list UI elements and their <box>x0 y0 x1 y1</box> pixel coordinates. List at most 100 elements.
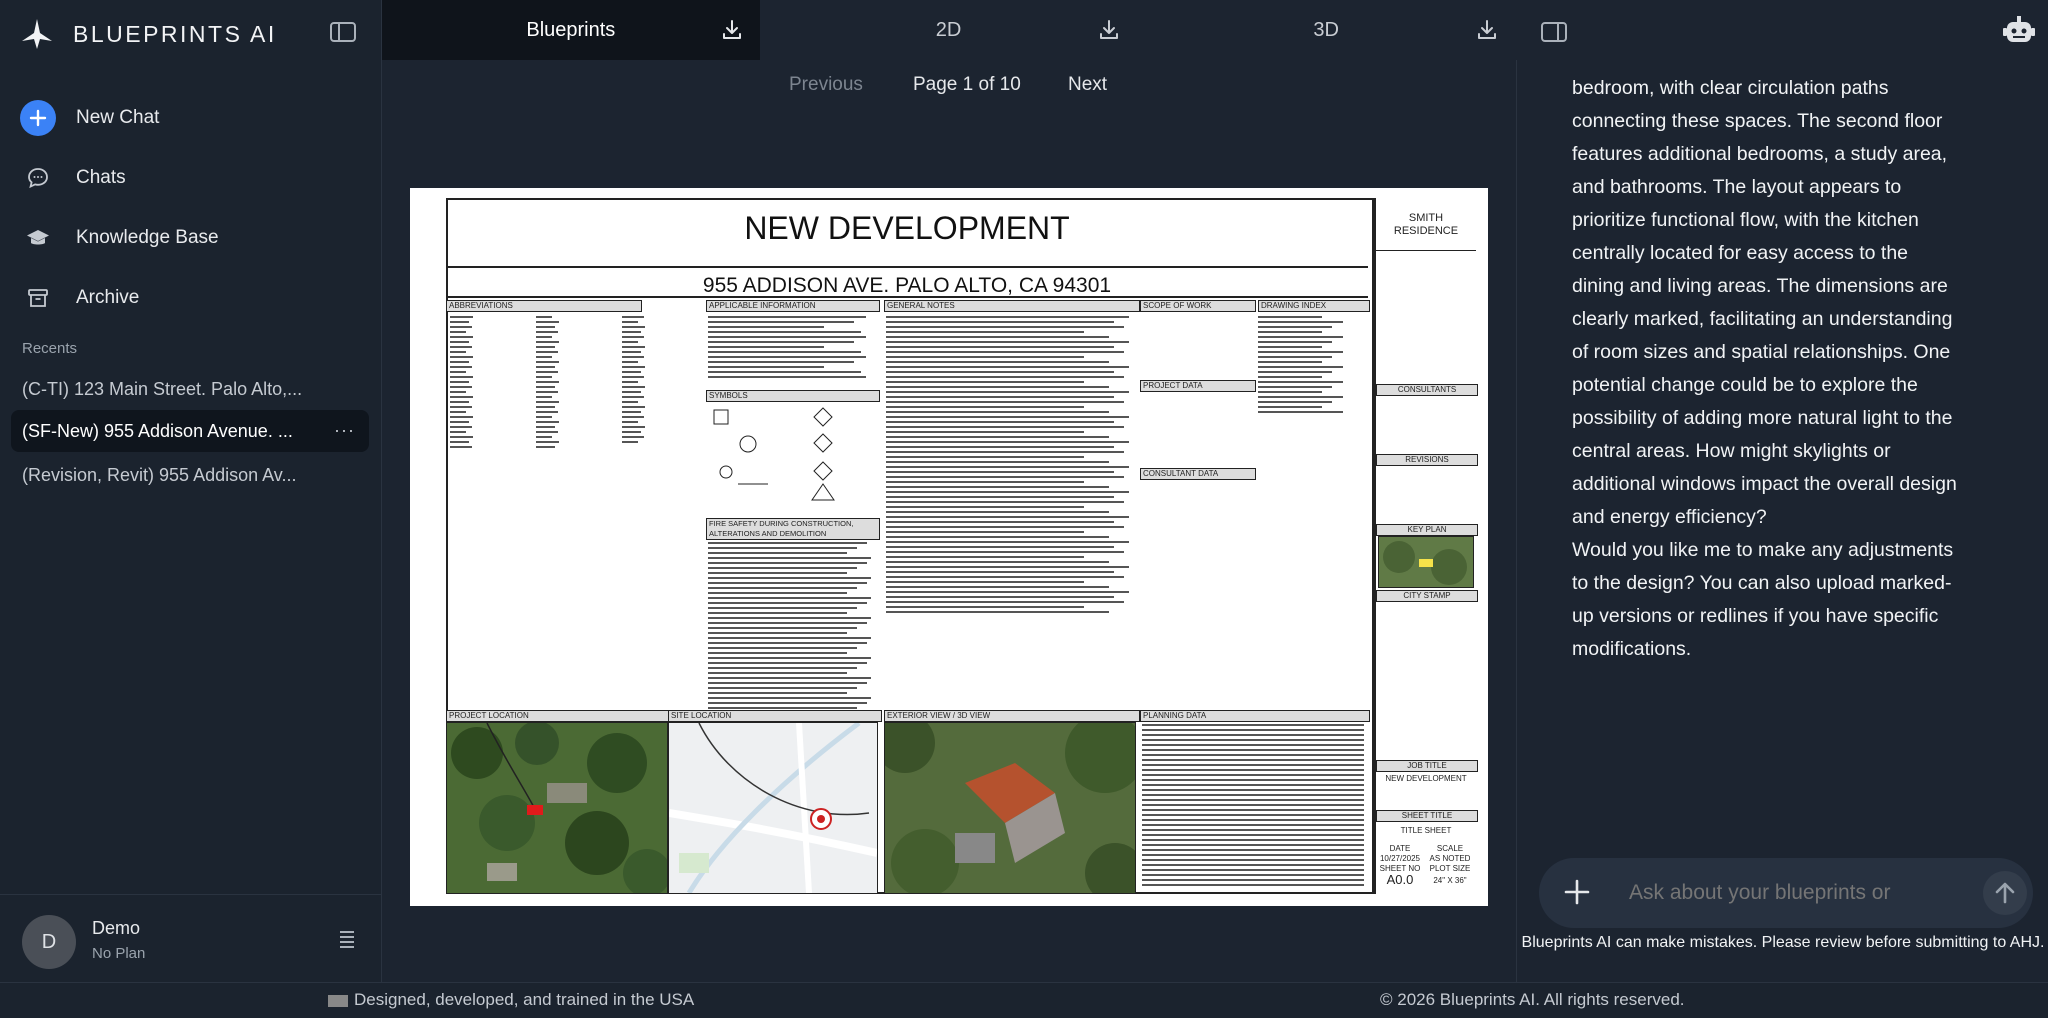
previous-button[interactable]: Previous <box>789 74 863 96</box>
chat-input[interactable] <box>1627 880 1931 906</box>
fine-print-line <box>886 346 1115 348</box>
fine-print-line <box>708 321 855 323</box>
planning-data-table <box>1142 724 1364 890</box>
graduation-cap-icon <box>20 220 56 256</box>
fine-print-line <box>1142 809 1364 811</box>
send-button[interactable] <box>1983 871 2027 915</box>
menu-lines-icon[interactable] <box>338 929 356 949</box>
next-button[interactable]: Next <box>1068 74 1107 96</box>
fine-print-line <box>708 376 866 378</box>
logo-icon <box>22 19 52 49</box>
fine-print-line <box>1142 854 1364 856</box>
fine-print-line <box>1258 371 1333 373</box>
fine-print-line <box>536 411 558 413</box>
fine-print-line <box>886 581 1085 583</box>
fine-print-line <box>886 371 1115 373</box>
fine-print-line <box>708 341 855 343</box>
fine-print-line <box>536 421 560 423</box>
sidebar-toggle-icon[interactable] <box>330 22 356 42</box>
download-icon[interactable] <box>1475 18 1499 42</box>
fine-print-line <box>708 687 858 689</box>
fine-print-line <box>708 587 858 589</box>
fine-print-line <box>708 602 868 604</box>
tab-3d[interactable]: 3D <box>1137 0 1515 60</box>
more-options-icon[interactable]: ··· <box>334 420 355 441</box>
fine-print-line <box>1258 406 1322 408</box>
fine-print-line <box>450 341 469 343</box>
tab-2d[interactable]: 2D <box>760 0 1138 60</box>
fine-print-line <box>1258 326 1333 328</box>
fine-print-line <box>450 426 472 428</box>
section-consultant-data: CONSULTANT DATA <box>1140 468 1256 480</box>
fine-print-line <box>622 416 644 418</box>
fine-print-line <box>622 386 646 388</box>
download-icon[interactable] <box>720 18 744 42</box>
fine-print-line <box>1142 814 1364 816</box>
recent-chat-item[interactable]: (Revision, Revit) 955 Addison Av... <box>11 454 369 496</box>
recent-chat-title: (C-TI) 123 Main Street. Palo Alto,... <box>22 378 303 399</box>
fine-print-line <box>622 331 641 333</box>
fine-print-line <box>1258 401 1333 403</box>
new-chat-button[interactable]: New Chat <box>0 88 381 148</box>
fine-print-line <box>450 401 469 403</box>
attach-plus-icon[interactable] <box>1557 872 1597 912</box>
fine-print-line <box>622 371 641 373</box>
fine-print-line <box>886 511 1110 513</box>
fine-print-line <box>708 647 858 649</box>
fine-print-line <box>886 561 1110 563</box>
fine-print-line <box>622 366 646 368</box>
fine-print-line <box>450 391 466 393</box>
fine-print-line <box>1258 376 1322 378</box>
fine-print-line <box>886 551 1125 553</box>
fine-print-line <box>1142 869 1364 871</box>
recents-heading: Recents <box>22 340 78 357</box>
fine-print-line <box>622 351 641 353</box>
fine-print-line <box>708 572 848 574</box>
tab-blueprints[interactable]: Blueprints <box>382 0 760 60</box>
fine-print-line <box>1142 734 1364 736</box>
drawing-index-text <box>1258 316 1364 416</box>
fine-print-line <box>708 682 868 684</box>
fine-print-line <box>622 316 644 318</box>
fine-print-line <box>708 707 858 709</box>
fine-print-line <box>622 421 638 423</box>
job-title: NEW DEVELOPMENT <box>1385 774 1467 783</box>
fine-print-line <box>886 351 1125 353</box>
sheet-project-title: NEW DEVELOPMENT <box>744 210 1070 246</box>
section-planning-data: PLANNING DATA <box>1140 710 1370 722</box>
user-profile[interactable]: D Demo No Plan <box>0 894 381 983</box>
robot-icon[interactable] <box>2002 14 2036 48</box>
fine-print-line <box>886 431 1085 433</box>
fine-print-line <box>886 401 1125 403</box>
sidebar-item-chats[interactable]: Chats <box>0 148 381 208</box>
key-plan-image <box>1378 536 1474 588</box>
sidebar-item-knowledge-base[interactable]: Knowledge Base <box>0 208 381 268</box>
chat-panel-toggle-icon[interactable] <box>1541 22 1567 42</box>
us-flag-icon <box>328 994 348 1007</box>
nav-label: Archive <box>76 287 140 308</box>
footer-made-in: Designed, developed, and trained in the … <box>354 990 695 1009</box>
fine-print-line <box>708 577 871 579</box>
fine-print-line <box>886 416 1130 418</box>
scale-value: AS NOTED <box>1429 854 1471 863</box>
download-icon[interactable] <box>1097 18 1121 42</box>
fine-print-line <box>886 496 1115 498</box>
fine-print-line <box>1142 839 1364 841</box>
fine-print-line <box>450 321 469 323</box>
sidebar-item-archive[interactable]: Archive <box>0 268 381 328</box>
fine-print-line <box>536 391 558 393</box>
recent-chat-item-active[interactable]: (SF-New) 955 Addison Avenue. ... ··· <box>11 410 369 452</box>
fine-print-line <box>708 627 858 629</box>
recent-chat-item[interactable]: (C-TI) 123 Main Street. Palo Alto,... <box>11 368 369 410</box>
nav-label: Knowledge Base <box>76 227 219 248</box>
fine-print-line <box>1142 819 1364 821</box>
section-drawing-index: DRAWING INDEX <box>1258 300 1370 312</box>
job-title-label: JOB TITLE <box>1376 760 1478 772</box>
fine-print-line <box>1142 764 1364 766</box>
brand[interactable]: BLUEPRINTS AI <box>20 14 277 54</box>
fine-print-line <box>450 446 472 448</box>
fine-print-line <box>886 341 1130 343</box>
fine-print-line <box>1258 321 1343 323</box>
footer-copyright: © 2026 Blueprints AI. All rights reserve… <box>1380 990 1685 1009</box>
fine-print-line <box>622 391 641 393</box>
